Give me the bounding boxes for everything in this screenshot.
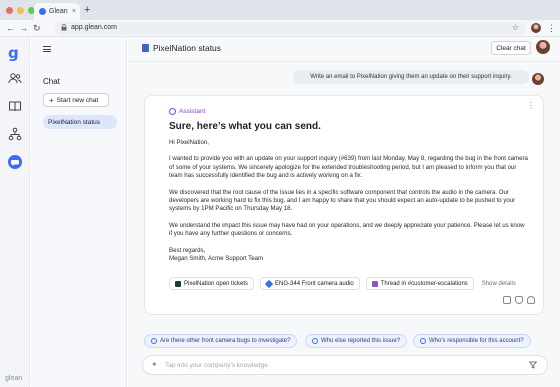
clear-chat-button[interactable]: Clear chat [491,41,531,55]
header-divider [128,61,560,62]
start-new-chat-label: Start new chat [56,96,99,104]
url-text: app.glean.com [71,24,117,31]
profile-avatar[interactable] [531,23,541,33]
thumbs-down-icon[interactable] [527,296,535,304]
suggestion-label: Are there other front camera bugs to inv… [160,338,291,344]
chat-suggestion-icon [312,338,318,344]
response-heading: Sure, here’s what you can send. [169,121,321,132]
sparkle-icon: ✦ [151,360,158,369]
suggestion-label: Who else reported this issue? [321,338,401,344]
source-chip-slack[interactable]: Thread in #customer-escalations [365,277,474,290]
source-chip-jira[interactable]: ENG-344 Front camera audio [260,277,360,290]
jira-icon [264,279,274,288]
start-new-chat-button[interactable]: + Start new chat [43,93,109,107]
chat-suggestion-icon [151,338,157,344]
assistant-icon [169,108,176,115]
window-controls [6,7,35,14]
assistant-label: Assistant [179,108,206,115]
browser-tab-bar: Glean × + [0,0,560,20]
glean-brand-text: glean [5,375,23,382]
forward-arrow-icon[interactable]: → [19,22,28,34]
hamburger-menu-icon[interactable] [43,46,51,52]
more-options-icon[interactable]: ⋮ [527,101,535,110]
user-message-text: Write an email to PixelNation giving the… [310,74,512,80]
filter-icon[interactable] [529,361,537,369]
browser-tab[interactable]: Glean × [34,3,80,20]
source-label: PixelNation open tickets [184,280,249,287]
reload-icon[interactable]: ↻ [33,22,41,34]
user-message: Write an email to PixelNation giving the… [293,70,529,84]
sidebar-item-pixelnation-status[interactable]: PixelNation status [43,115,117,129]
message-avatar [532,73,544,85]
suggestion-chip[interactable]: Are there other front camera bugs to inv… [144,334,298,348]
email-paragraph: We discovered that the root cause of the… [169,188,516,213]
zendesk-icon [175,280,181,287]
suggestion-chip[interactable]: Who’s responsible for this account? [413,334,531,348]
thumbs-up-icon[interactable] [515,296,523,304]
email-draft: Hi PixelNation, I wanted to provide you … [169,139,529,263]
source-label: Thread in #customer-escalations [380,280,468,287]
org-chart-icon[interactable] [8,127,22,141]
suggestion-label: Who’s responsible for this account? [429,338,524,344]
back-arrow-icon[interactable]: ← [6,22,15,34]
tab-title: Glean [49,8,68,15]
email-greeting: Hi PixelNation, [169,139,209,146]
email-paragraph: We understand the impact this issue may … [169,221,525,238]
address-bar[interactable]: app.glean.com ☆ [55,22,525,35]
show-details-link[interactable]: Show details [482,281,516,287]
assistant-response-card: ⋮ Assistant Sure, here’s what you can se… [144,95,544,315]
tab-close-icon[interactable]: × [72,8,76,15]
glean-favicon-icon [39,8,46,15]
document-icon [142,44,149,52]
left-rail: g glean [0,37,30,387]
glean-logo-icon[interactable]: g [8,44,19,62]
chat-input-box: ✦ [142,355,548,375]
email-signature: Megan Smith, Acme Support Team [169,255,264,263]
sidebar-title: Chat [43,77,60,86]
chat-main: PixelNation status Clear chat Write an e… [128,37,560,387]
source-chips: PixelNation open tickets ENG-344 Front c… [169,277,516,290]
copy-icon[interactable] [503,296,511,304]
source-chip-zendesk[interactable]: PixelNation open tickets [169,277,255,290]
minimize-window-button[interactable] [17,7,24,14]
bookmark-star-icon[interactable]: ☆ [512,23,519,32]
close-window-button[interactable] [6,7,13,14]
suggestion-chip[interactable]: Who else reported this issue? [305,334,408,348]
browser-toolbar: ← → ↻ app.glean.com ☆ ⋮ [0,20,560,37]
chat-nav-icon[interactable] [8,155,22,169]
lock-icon [61,24,67,31]
chat-sidebar: Chat + Start new chat PixelNation status [31,37,127,387]
user-avatar[interactable] [536,40,550,54]
slack-icon [371,280,378,287]
chat-suggestion-icon [420,338,426,344]
chat-bubble-icon [11,160,19,166]
browser-menu-icon[interactable]: ⋮ [547,22,556,34]
plus-icon: + [49,95,54,105]
sidebar-item-label: PixelNation status [48,118,101,126]
book-icon[interactable] [8,99,22,113]
source-label: ENG-344 Front camera audio [275,280,354,287]
email-closing: Best regards, [169,246,206,254]
new-tab-button[interactable]: + [84,3,90,17]
page-title: PixelNation status [153,43,222,53]
chat-input[interactable] [165,360,505,371]
email-paragraph: I wanted to provide you with an update o… [169,155,528,180]
people-icon[interactable] [8,71,22,85]
